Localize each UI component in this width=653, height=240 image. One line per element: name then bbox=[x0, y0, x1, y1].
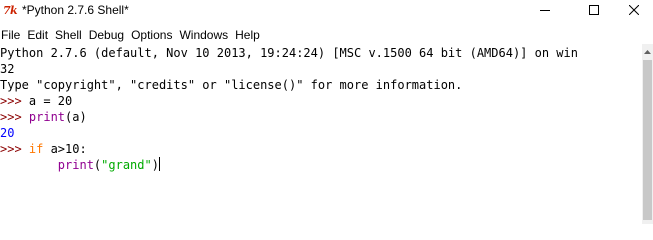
title-bar[interactable]: 7 k *Python 2.7.6 Shell* bbox=[0, 0, 653, 22]
menu-help[interactable]: Help bbox=[235, 27, 266, 43]
scroll-up-arrow-icon bbox=[644, 41, 651, 59]
close-icon bbox=[628, 5, 639, 15]
text-cursor bbox=[158, 157, 160, 171]
input-line: >>> print(a) bbox=[0, 109, 87, 125]
menu-file[interactable]: File bbox=[1, 27, 26, 43]
python-idle-icon: 7 k bbox=[3, 3, 19, 17]
code-text: (a) bbox=[65, 110, 87, 124]
maximize-icon bbox=[589, 5, 599, 15]
banner-line: Type "copyright", "credits" or "license(… bbox=[0, 78, 463, 92]
minimize-icon bbox=[540, 5, 550, 15]
menu-windows[interactable]: Windows bbox=[179, 27, 234, 43]
svg-text:k: k bbox=[10, 4, 18, 17]
builtin-keyword: print bbox=[57, 158, 94, 172]
window-title: *Python 2.7.6 Shell* bbox=[22, 3, 129, 17]
code-text: ) bbox=[151, 158, 159, 172]
menu-bar: File Edit Shell Debug Options Windows He… bbox=[0, 26, 653, 44]
scrollbar-thumb[interactable] bbox=[643, 60, 652, 220]
input-line: print("grand") bbox=[0, 157, 160, 173]
shell-text-area[interactable]: Python 2.7.6 (default, Nov 10 2013, 19:2… bbox=[0, 45, 642, 224]
code-text: a>10: bbox=[43, 142, 87, 156]
close-button[interactable] bbox=[614, 0, 653, 20]
menu-options[interactable]: Options bbox=[131, 27, 178, 43]
code-text: a = 20 bbox=[28, 94, 73, 108]
banner-line: 32 bbox=[0, 62, 15, 76]
builtin-keyword: print bbox=[28, 110, 66, 124]
minimize-button[interactable] bbox=[522, 0, 568, 20]
banner-line: Python 2.7.6 (default, Nov 10 2013, 19:2… bbox=[0, 46, 578, 60]
control-keyword: if bbox=[28, 142, 44, 156]
shell-prompt: >>> bbox=[0, 94, 29, 108]
input-line: >>> if a>10: bbox=[0, 141, 87, 157]
output-line: 20 bbox=[0, 126, 15, 140]
string-literal: "grand" bbox=[101, 158, 152, 172]
menu-debug[interactable]: Debug bbox=[89, 27, 130, 43]
menu-shell[interactable]: Shell bbox=[55, 27, 88, 43]
menu-edit[interactable]: Edit bbox=[27, 27, 54, 43]
input-line: >>> a = 20 bbox=[0, 93, 72, 109]
scroll-up-button[interactable] bbox=[642, 44, 653, 56]
shell-prompt: >>> bbox=[0, 110, 29, 124]
shell-prompt: >>> bbox=[0, 142, 29, 156]
vertical-scrollbar[interactable] bbox=[642, 44, 653, 224]
maximize-button[interactable] bbox=[571, 0, 617, 20]
idle-shell-window: 7 k *Python 2.7.6 Shell* File Edit Shell… bbox=[0, 0, 653, 224]
